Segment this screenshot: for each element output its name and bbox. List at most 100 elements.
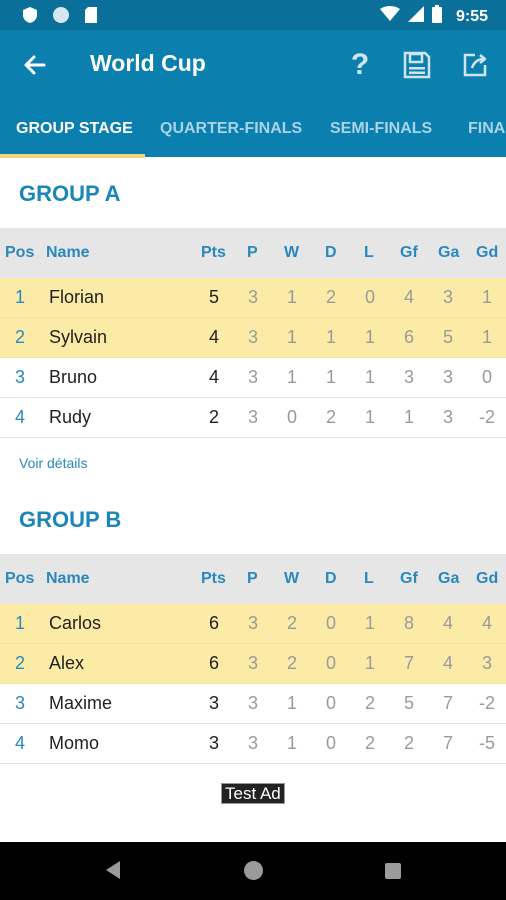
back-button[interactable] [20, 50, 50, 80]
floppy-disk-icon [403, 51, 431, 79]
test-ad-banner[interactable]: Test Ad [221, 783, 285, 804]
row-w: 1 [286, 733, 297, 753]
row-p: 3 [247, 613, 258, 633]
row-w: 2 [286, 653, 297, 673]
save-button[interactable] [399, 47, 435, 83]
row-p: 3 [247, 367, 258, 387]
wifi-icon [379, 6, 400, 27]
row-ga: 4 [442, 613, 453, 633]
group-a-title: GROUP A [19, 181, 121, 206]
col-pos: Pos [5, 244, 35, 261]
row-name: Rudy [49, 407, 92, 427]
row-d: 2 [325, 287, 336, 307]
row-gd: -5 [478, 733, 495, 753]
page-title: World Cup [90, 50, 206, 76]
row-d: 0 [325, 653, 336, 673]
share-icon [463, 53, 487, 77]
row-pos: 3 [14, 693, 25, 713]
tab-group-stage[interactable]: GROUP STAGE [16, 120, 133, 138]
circle-icon [52, 6, 70, 29]
col-p: P [247, 244, 258, 261]
row-pos: 1 [14, 287, 25, 307]
row-p: 3 [247, 287, 258, 307]
row-gd: 0 [481, 367, 492, 387]
row-p: 3 [247, 693, 258, 713]
tab-final[interactable]: FINA [468, 120, 505, 138]
row-d: 0 [325, 613, 336, 633]
row-pts: 2 [208, 407, 219, 427]
tab-bar: GROUP STAGE QUARTER-FINALS SEMI-FINALS F… [0, 100, 506, 157]
row-gf: 2 [403, 733, 414, 753]
row-d: 0 [325, 693, 336, 713]
col-l: L [364, 244, 374, 261]
row-gd: -2 [478, 407, 495, 427]
shield-icon [22, 6, 38, 29]
row-pts: 3 [208, 733, 219, 753]
row-gd: 3 [481, 653, 492, 673]
help-icon: ? [350, 48, 370, 81]
row-name: Sylvain [49, 327, 108, 347]
row-ga: 7 [442, 693, 453, 713]
table-row[interactable]: 2 Sylvain 4 3 1 1 1 6 5 1 [0, 318, 506, 358]
sd-card-icon [84, 6, 98, 29]
row-l: 2 [364, 733, 375, 753]
status-time: 9:55 [455, 7, 488, 25]
nav-recents-icon[interactable] [385, 863, 401, 879]
row-d: 1 [325, 367, 336, 387]
col-w: W [284, 244, 300, 261]
row-pts: 3 [208, 693, 219, 713]
row-d: 1 [325, 327, 336, 347]
col-gf: Gf [400, 570, 418, 587]
row-ga: 7 [442, 733, 453, 753]
nav-home-icon[interactable] [244, 861, 263, 880]
table-row[interactable]: 1 Carlos 6 3 2 0 1 8 4 4 [0, 604, 506, 644]
row-l: 1 [364, 613, 375, 633]
row-pos: 2 [14, 653, 25, 673]
table-row[interactable]: 1 Florian 5 3 1 2 0 4 3 1 [0, 278, 506, 318]
row-gf: 5 [403, 693, 414, 713]
table-row[interactable]: 4 Rudy 2 3 0 2 1 1 3 -2 [0, 398, 506, 438]
status-bar: 9:55 [0, 0, 506, 30]
row-ga: 3 [442, 407, 453, 427]
col-d: D [325, 570, 337, 587]
col-pts: Pts [201, 244, 226, 261]
row-pts: 6 [208, 653, 219, 673]
app-bar: World Cup ? [0, 30, 506, 100]
row-l: 1 [364, 367, 375, 387]
tab-semi-finals[interactable]: SEMI-FINALS [330, 120, 432, 138]
col-d: D [325, 244, 337, 261]
row-w: 1 [286, 327, 297, 347]
col-gf: Gf [400, 244, 418, 261]
share-button[interactable] [457, 47, 493, 83]
table-row[interactable]: 2 Alex 6 3 2 0 1 7 4 3 [0, 644, 506, 684]
screen: 9:55 World Cup ? GROUP STAGE QUARTER-FIN… [0, 0, 506, 900]
col-l: L [364, 570, 374, 587]
row-pos: 4 [14, 407, 25, 427]
tab-quarter-finals[interactable]: QUARTER-FINALS [160, 120, 302, 138]
row-gf: 1 [403, 407, 414, 427]
nav-back-icon[interactable] [106, 861, 120, 879]
row-pos: 1 [14, 613, 25, 633]
group-b-table-header: Pos Name Pts P W D L Gf Ga Gd [0, 554, 506, 604]
row-l: 1 [364, 327, 375, 347]
row-w: 1 [286, 367, 297, 387]
row-pts: 4 [208, 367, 219, 387]
row-ga: 4 [442, 653, 453, 673]
col-name: Name [46, 570, 90, 587]
row-gf: 4 [403, 287, 414, 307]
row-name: Momo [49, 733, 100, 753]
row-p: 3 [247, 327, 258, 347]
row-name: Carlos [49, 613, 102, 633]
row-p: 3 [247, 653, 258, 673]
row-l: 2 [364, 693, 375, 713]
table-row[interactable]: 3 Maxime 3 3 1 0 2 5 7 -2 [0, 684, 506, 724]
row-gf: 3 [403, 367, 414, 387]
help-button[interactable]: ? [342, 47, 378, 83]
group-b-title: GROUP B [19, 507, 122, 532]
table-row[interactable]: 3 Bruno 4 3 1 1 1 3 3 0 [0, 358, 506, 398]
table-row[interactable]: 4 Momo 3 3 1 0 2 2 7 -5 [0, 724, 506, 764]
col-w: W [284, 570, 300, 587]
row-gf: 7 [403, 653, 414, 673]
row-gf: 8 [403, 613, 414, 633]
view-details-link[interactable]: Voir détails [19, 455, 87, 471]
